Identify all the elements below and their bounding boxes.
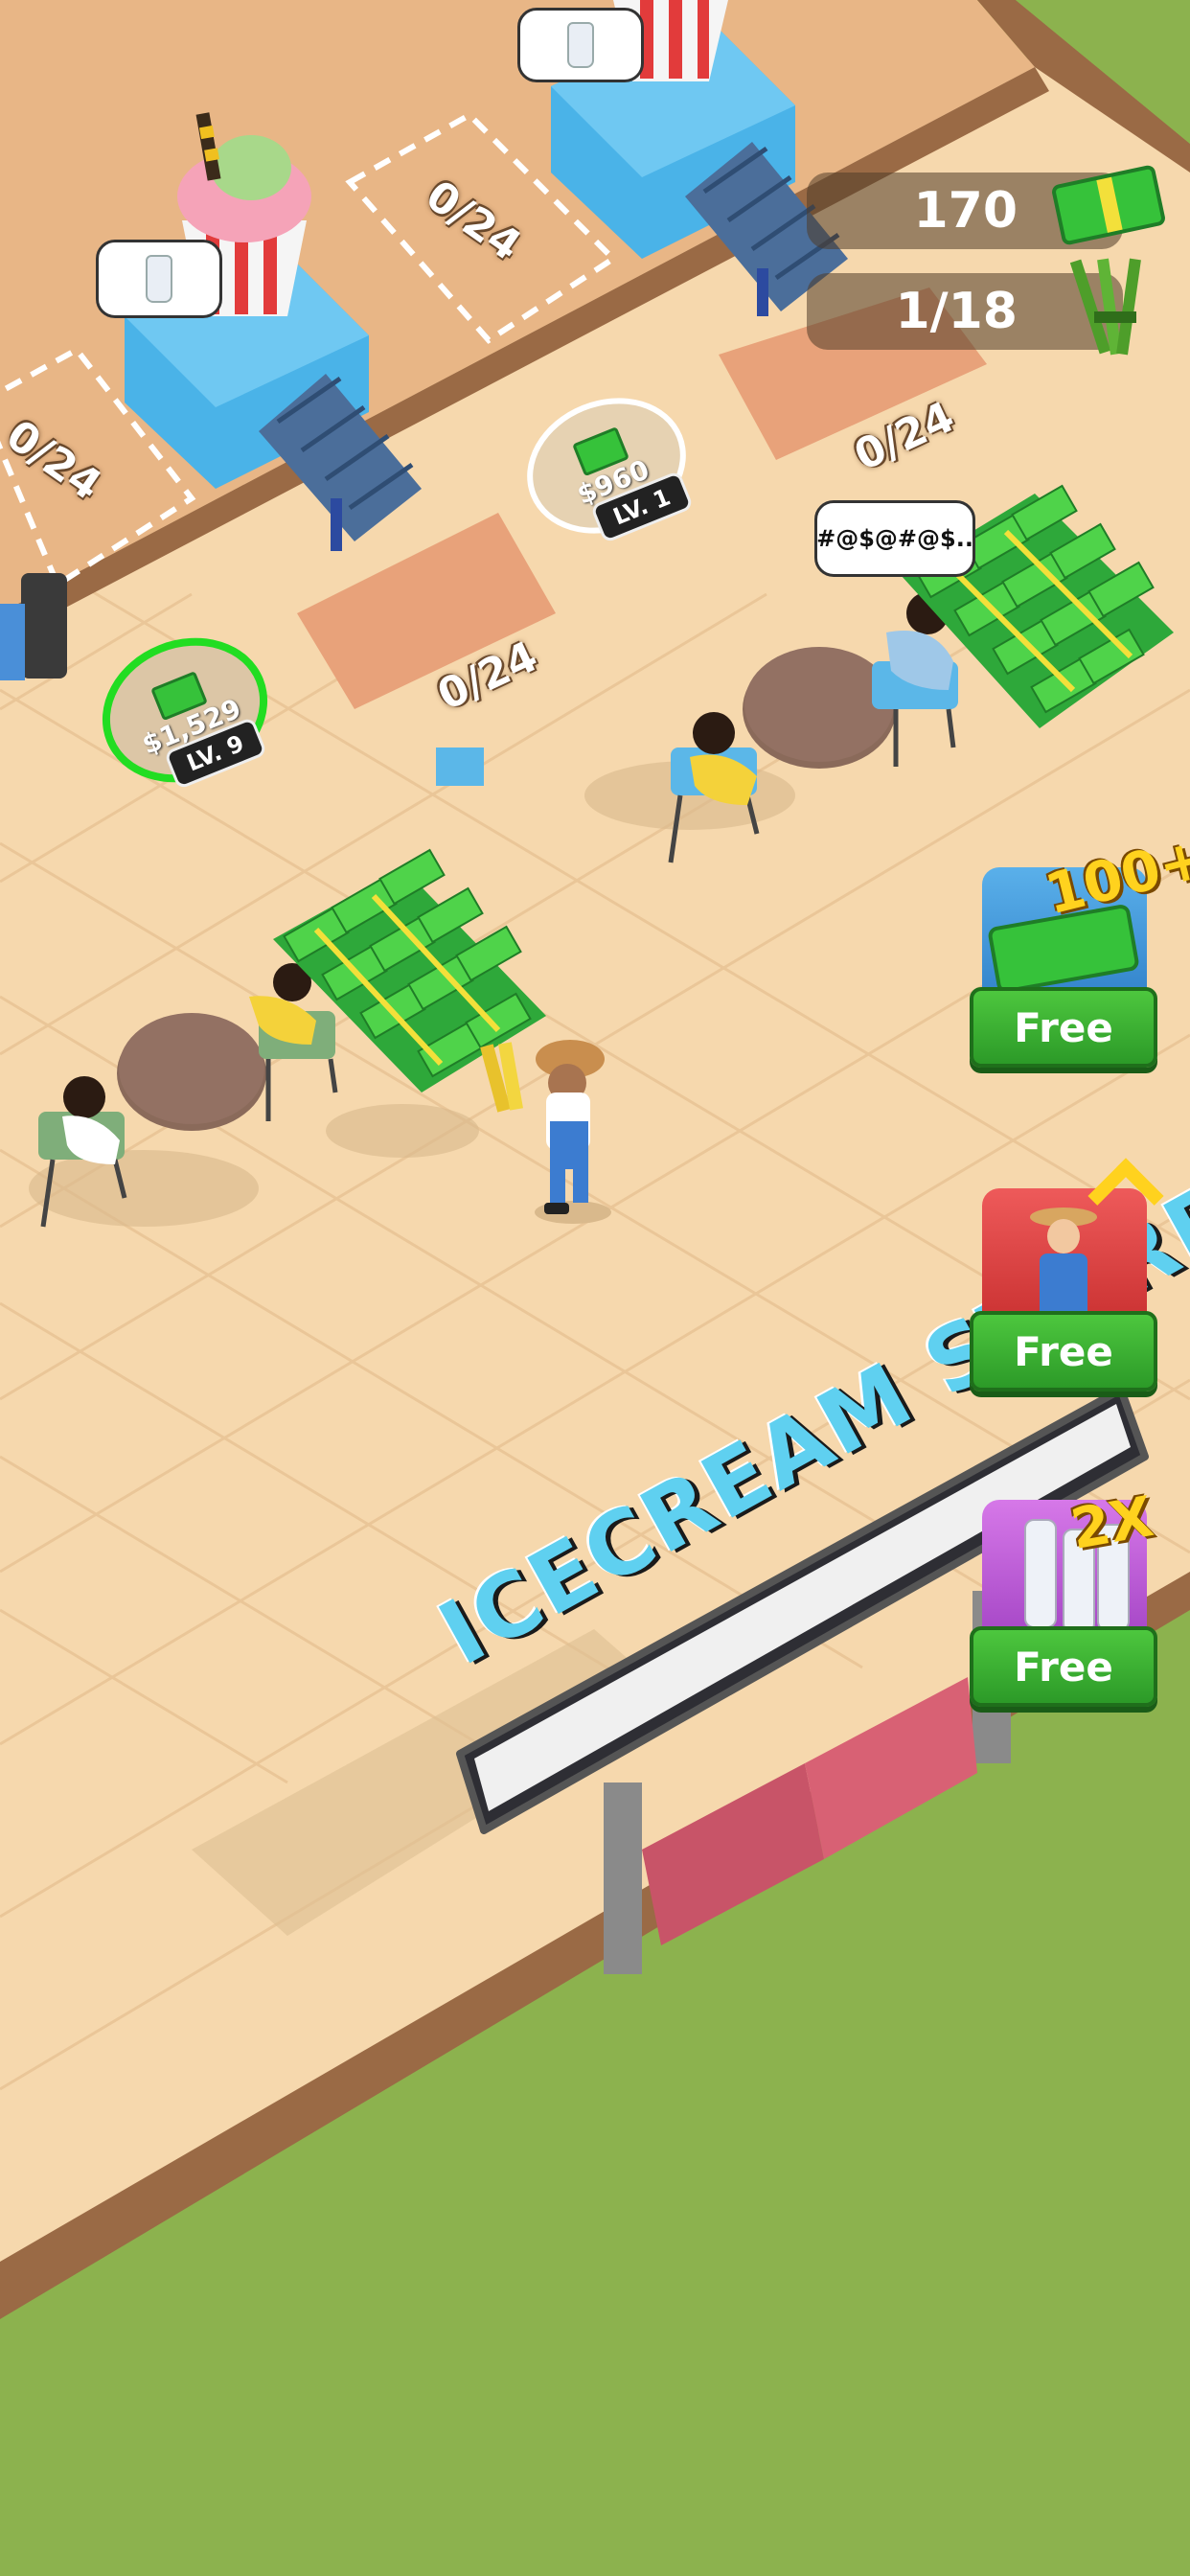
machine-left-request-bubble xyxy=(96,240,222,318)
milk-bottle-icon xyxy=(1024,1519,1057,1628)
milk-offer-badge: 2X xyxy=(1065,1484,1158,1562)
cash-counter-value: 170 xyxy=(913,182,1018,240)
worker-offer-free-button[interactable]: Free xyxy=(970,1311,1157,1392)
machine-top-request-bubble xyxy=(517,8,644,82)
customer-speech-bubble: #@$@#@$.. xyxy=(814,500,975,577)
grass-bundle-icon xyxy=(1069,258,1152,364)
game-scene[interactable]: ICECREAM STORE 0/24 0/24 0/24 0/24 $1,52… xyxy=(0,0,1190,2576)
milk-bottle-icon xyxy=(146,255,172,303)
milk-bottle-icon xyxy=(567,22,594,68)
cash-offer-free-button[interactable]: Free xyxy=(970,987,1157,1068)
milk-offer-free-button[interactable]: Free xyxy=(970,1626,1157,1707)
customer-speech-text: #@$@#@$.. xyxy=(816,525,973,552)
grass-counter-value: 1/18 xyxy=(895,283,1018,340)
